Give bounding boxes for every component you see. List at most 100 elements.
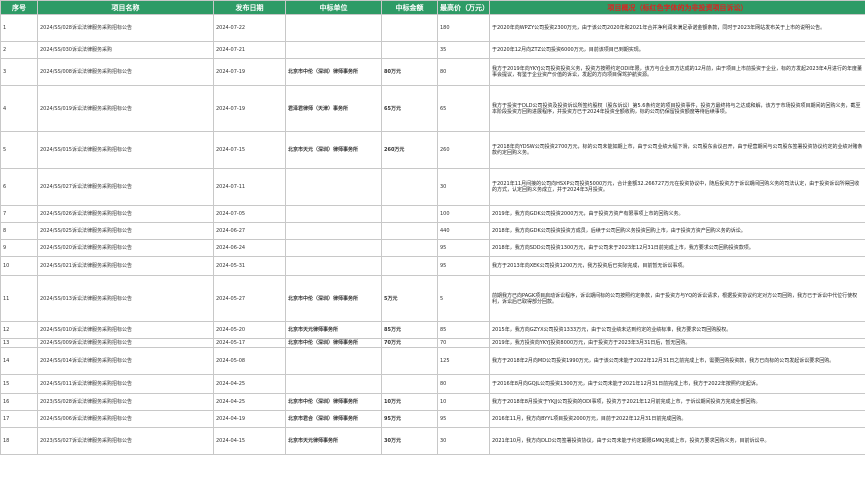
cell-winner[interactable]: 北京市天元（深圳）律师事务所 bbox=[285, 131, 382, 169]
cell-winner[interactable] bbox=[285, 239, 382, 257]
col-header-summary[interactable]: 项目概况（标红色字体的为非投资项目诉讼） bbox=[489, 0, 865, 15]
cell-date[interactable]: 2024-05-31 bbox=[213, 256, 286, 276]
cell-no[interactable]: 11 bbox=[0, 275, 38, 322]
cell-name[interactable]: 2024/SS/006诉讼法律服务采购招标公告 bbox=[37, 410, 214, 428]
cell-price[interactable]: 85 bbox=[437, 321, 490, 339]
cell-amount[interactable]: 95万元 bbox=[381, 410, 438, 428]
cell-amount[interactable] bbox=[381, 205, 438, 223]
cell-summary[interactable]: 2016年11月，我方向BYYL项目投资2000万元，目前于2022年12月31… bbox=[489, 410, 865, 428]
cell-amount[interactable] bbox=[381, 256, 438, 276]
cell-date[interactable]: 2024-05-08 bbox=[213, 347, 286, 375]
table-row[interactable]: 17 2024/SS/006诉讼法律服务采购招标公告 2024-04-19 北京市君合… bbox=[0, 410, 865, 428]
cell-no[interactable]: 2 bbox=[0, 41, 38, 59]
cell-name[interactable]: 2024/SS/009诉讼法律服务采购招标公告 bbox=[37, 338, 214, 348]
cell-summary[interactable]: 于2016年8月向GQJL公司投资1300万元，由于公司未能于2021年12月3… bbox=[489, 374, 865, 394]
cell-date[interactable]: 2024-06-24 bbox=[213, 239, 286, 257]
cell-winner[interactable] bbox=[285, 347, 382, 375]
cell-name[interactable]: 2024/SS/008诉讼法律服务采购招标公告 bbox=[37, 58, 214, 86]
cell-amount[interactable]: 65万元 bbox=[381, 85, 438, 132]
cell-name[interactable]: 2024/SS/027诉讼法律服务采购招标公告 bbox=[37, 168, 214, 206]
cell-no[interactable]: 1 bbox=[0, 14, 38, 42]
cell-name[interactable]: 2024/SS/019诉讼法律服务采购招标公告 bbox=[37, 85, 214, 132]
table-row[interactable]: 12 2024/SS/010诉讼法律服务采购招标公告 2024-05-20 北京市天元… bbox=[0, 321, 865, 339]
cell-summary[interactable]: 我方于2018年2月向MD公司投资1990万元，由于该公司未能于2022年12月… bbox=[489, 347, 865, 375]
cell-winner[interactable]: 北京市中伦（深圳）律师事务所 bbox=[285, 58, 382, 86]
cell-summary[interactable]: 我方于2013年向XEK公司投资1200万元，我方投资后已实际完成，目前暂无诉讼… bbox=[489, 256, 865, 276]
table-row[interactable]: 15 2024/SS/011诉讼法律服务采购招标公告 2024-04-25 80 于20… bbox=[0, 374, 865, 394]
cell-summary[interactable]: 我方于投资于DLD公司投资及投资诉讼所签约股权（股东诉讼）第5.6条约定的项目投… bbox=[489, 85, 865, 132]
cell-summary[interactable]: 2015年，我方向GZYX公司投资1333万元，由于公司业绩未达到约定的业绩标准… bbox=[489, 321, 865, 339]
cell-summary[interactable]: 2018年，我方向GDK公司投资投资方成员，后续于公司回购义务投资回购上市，由于… bbox=[489, 222, 865, 240]
cell-amount[interactable] bbox=[381, 239, 438, 257]
table-row[interactable]: 16 2023/SS/028诉讼法律服务采购招标公告 2024-04-25 北京市中伦… bbox=[0, 393, 865, 411]
cell-summary[interactable]: 2021年10月，我方向DLD公司签署投资协议，由于公司未能于约定期限GMKJ完… bbox=[489, 427, 865, 455]
cell-price[interactable]: 35 bbox=[437, 41, 490, 59]
table-row[interactable]: 5 2024/SS/015诉讼法律服务采购招标公告 2024-07-15 北京市天元（… bbox=[0, 131, 865, 169]
cell-date[interactable]: 2024-04-25 bbox=[213, 393, 286, 411]
cell-amount[interactable] bbox=[381, 222, 438, 240]
cell-name[interactable]: 2024/SS/015诉讼法律服务采购招标公告 bbox=[37, 131, 214, 169]
table-row[interactable]: 8 2024/SS/025诉讼法律服务采购招标公告 2024-06-27 440 201… bbox=[0, 222, 865, 240]
cell-date[interactable]: 2024-06-27 bbox=[213, 222, 286, 240]
table-row[interactable]: 13 2024/SS/009诉讼法律服务采购招标公告 2024-05-17 北京市中伦… bbox=[0, 338, 865, 348]
cell-name[interactable]: 2024/SS/021诉讼法律服务采购招标公告 bbox=[37, 256, 214, 276]
cell-no[interactable]: 14 bbox=[0, 347, 38, 375]
cell-summary[interactable]: 于2021年11月间接的公司向HSXP公司投资5000万元，合计金额32.266… bbox=[489, 168, 865, 206]
col-header-price[interactable]: 最高价（万元） bbox=[437, 0, 490, 15]
cell-no[interactable]: 8 bbox=[0, 222, 38, 240]
col-header-no[interactable]: 序号 bbox=[0, 0, 38, 15]
table-row[interactable]: 10 2024/SS/021诉讼法律服务采购招标公告 2024-05-31 95 我方于… bbox=[0, 256, 865, 276]
table-row[interactable]: 7 2024/SS/026诉讼法律服务采购招标公告 2024-07-05 100 201… bbox=[0, 205, 865, 223]
cell-winner[interactable] bbox=[285, 14, 382, 42]
cell-name[interactable]: 2024/SS/020诉讼法律服务采购招标公告 bbox=[37, 239, 214, 257]
cell-summary[interactable]: 于2020年12月向ZTZ公司投资6000万元，目前该项目已到期实现。 bbox=[489, 41, 865, 59]
cell-amount[interactable]: 10万元 bbox=[381, 393, 438, 411]
cell-date[interactable]: 2024-07-19 bbox=[213, 58, 286, 86]
cell-winner[interactable] bbox=[285, 41, 382, 59]
cell-name[interactable]: 2024/SS/025诉讼法律服务采购招标公告 bbox=[37, 222, 214, 240]
cell-amount[interactable] bbox=[381, 41, 438, 59]
cell-no[interactable]: 7 bbox=[0, 205, 38, 223]
cell-name[interactable]: 2024/SS/014诉讼法律服务采购招标公告 bbox=[37, 347, 214, 375]
cell-date[interactable]: 2024-05-17 bbox=[213, 338, 286, 348]
cell-price[interactable]: 80 bbox=[437, 58, 490, 86]
cell-winner[interactable]: 北京市中伦（深圳）律师事务所 bbox=[285, 275, 382, 322]
cell-amount[interactable] bbox=[381, 374, 438, 394]
cell-price[interactable]: 260 bbox=[437, 131, 490, 169]
cell-winner[interactable] bbox=[285, 256, 382, 276]
table-row[interactable]: 14 2024/SS/014诉讼法律服务采购招标公告 2024-05-08 125 我方… bbox=[0, 347, 865, 375]
cell-summary[interactable]: 我方于2018年8月投资于YKJJ公司投资的ODI事项，投资方于2021年12月… bbox=[489, 393, 865, 411]
cell-no[interactable]: 3 bbox=[0, 58, 38, 86]
col-header-name[interactable]: 项目名称 bbox=[37, 0, 214, 15]
cell-amount[interactable] bbox=[381, 347, 438, 375]
cell-winner[interactable] bbox=[285, 374, 382, 394]
cell-date[interactable]: 2024-07-05 bbox=[213, 205, 286, 223]
cell-no[interactable]: 5 bbox=[0, 131, 38, 169]
cell-price[interactable]: 95 bbox=[437, 256, 490, 276]
cell-price[interactable]: 180 bbox=[437, 14, 490, 42]
cell-summary[interactable]: 于2018年向YDSW公司投资2700万元，标的公司未能如期上市，由于公司业绩大… bbox=[489, 131, 865, 169]
table-row[interactable]: 3 2024/SS/008诉讼法律服务采购招标公告 2024-07-19 北京市中伦（… bbox=[0, 58, 865, 86]
cell-winner[interactable]: 北京市中伦（深圳）律师事务所 bbox=[285, 393, 382, 411]
cell-price[interactable]: 125 bbox=[437, 347, 490, 375]
col-header-date[interactable]: 发布日期 bbox=[213, 0, 286, 15]
cell-date[interactable]: 2024-04-15 bbox=[213, 427, 286, 455]
cell-date[interactable]: 2024-05-20 bbox=[213, 321, 286, 339]
cell-amount[interactable]: 85万元 bbox=[381, 321, 438, 339]
cell-date[interactable]: 2024-04-25 bbox=[213, 374, 286, 394]
cell-no[interactable]: 6 bbox=[0, 168, 38, 206]
cell-name[interactable]: 2024/SS/010诉讼法律服务采购招标公告 bbox=[37, 321, 214, 339]
cell-amount[interactable]: 5万元 bbox=[381, 275, 438, 322]
cell-name[interactable]: 2024/SS/030诉讼法律服务采购 bbox=[37, 41, 214, 59]
cell-price[interactable]: 95 bbox=[437, 239, 490, 257]
cell-winner[interactable]: 北京市天元律师事务所 bbox=[285, 321, 382, 339]
cell-date[interactable]: 2024-07-15 bbox=[213, 131, 286, 169]
cell-name[interactable]: 2024/SS/026诉讼法律服务采购招标公告 bbox=[37, 205, 214, 223]
cell-summary[interactable]: 2019年，我方投资向YKYJ投资8000万元，由于投资方于2023年3月31日… bbox=[489, 338, 865, 348]
cell-date[interactable]: 2024-07-21 bbox=[213, 41, 286, 59]
cell-name[interactable]: 2023/SS/028诉讼法律服务采购招标公告 bbox=[37, 393, 214, 411]
cell-amount[interactable]: 260万元 bbox=[381, 131, 438, 169]
table-row[interactable]: 6 2024/SS/027诉讼法律服务采购招标公告 2024-07-11 30 于202… bbox=[0, 168, 865, 206]
cell-winner[interactable]: 北京市君合（深圳）律师事务所 bbox=[285, 410, 382, 428]
cell-price[interactable]: 65 bbox=[437, 85, 490, 132]
